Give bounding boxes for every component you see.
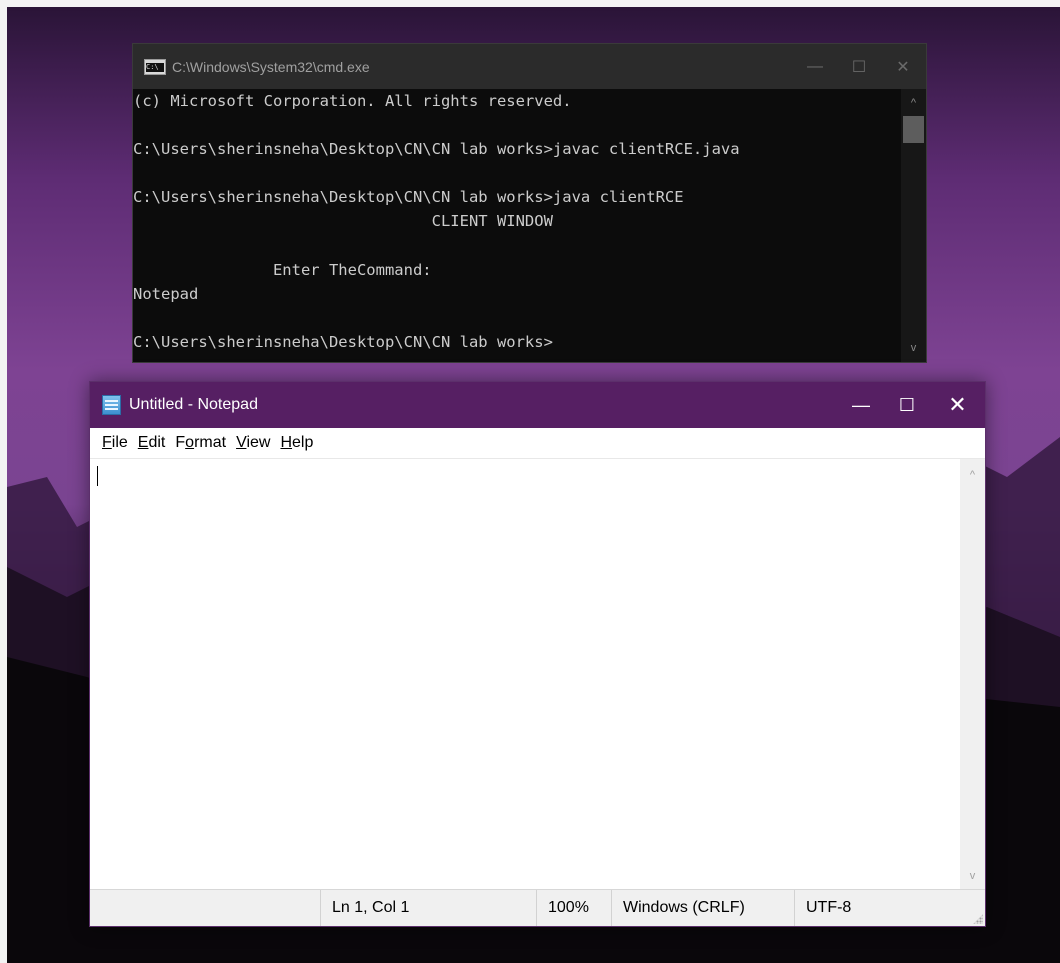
- notepad-close-button[interactable]: ✕: [930, 382, 985, 428]
- notepad-menubar: File Edit Format View Help: [90, 428, 985, 459]
- cmd-console-line: Enter TheCommand:: [133, 260, 432, 279]
- cmd-minimize-button[interactable]: —: [793, 44, 837, 89]
- menu-access-key: o: [185, 434, 195, 451]
- cmd-window-controls: — ☐ ✕: [793, 44, 926, 89]
- notepad-app-icon: [102, 395, 121, 415]
- menu-file[interactable]: File: [97, 428, 133, 458]
- status-line-ending: Windows (CRLF): [611, 890, 794, 926]
- cmd-console-line: [133, 113, 901, 137]
- status-zoom-level: 100%: [536, 890, 611, 926]
- cmd-console-line: C:\Users\sherinsneha\Desktop\CN\CN lab w…: [133, 332, 553, 351]
- notepad-scroll-down-icon[interactable]: v: [960, 866, 985, 886]
- menu-access-key: E: [137, 434, 149, 451]
- menu-label-rest: ile: [111, 434, 128, 451]
- notepad-statusbar: Ln 1, Col 1 100% Windows (CRLF) UTF-8: [90, 889, 985, 926]
- notepad-maximize-button[interactable]: ☐: [884, 382, 930, 428]
- cmd-console-line: C:\Users\sherinsneha\Desktop\CN\CN lab w…: [133, 188, 684, 207]
- cmd-console-line: [133, 234, 901, 258]
- cmd-scroll-up-icon[interactable]: ^: [901, 93, 926, 113]
- menu-access-key: H: [280, 434, 293, 451]
- cmd-window: C:\Windows\System32\cmd.exe — ☐ ✕ (c) Mi…: [132, 43, 927, 363]
- menu-format[interactable]: Format: [170, 428, 231, 458]
- notepad-window-title: Untitled - Notepad: [129, 396, 258, 413]
- cmd-console-line: Notepad: [133, 284, 199, 303]
- menu-edit[interactable]: Edit: [133, 428, 171, 458]
- notepad-window: Untitled - Notepad — ☐ ✕ File Edit Format V…: [89, 381, 986, 927]
- notepad-window-controls: — ☐ ✕: [838, 382, 985, 428]
- menu-view[interactable]: View: [231, 428, 275, 458]
- menu-help[interactable]: Help: [275, 428, 318, 458]
- resize-grip-icon[interactable]: [973, 914, 983, 924]
- cmd-vertical-scrollbar[interactable]: ^ v: [901, 89, 926, 362]
- status-cursor-position: Ln 1, Col 1: [320, 890, 536, 926]
- menu-access-key: F: [102, 434, 112, 451]
- notepad-titlebar[interactable]: Untitled - Notepad — ☐ ✕: [90, 382, 985, 428]
- desktop-wallpaper: C:\Windows\System32\cmd.exe — ☐ ✕ (c) Mi…: [7, 7, 1060, 963]
- cmd-titlebar[interactable]: C:\Windows\System32\cmd.exe — ☐ ✕: [133, 44, 926, 89]
- menu-access-key: V: [236, 434, 247, 451]
- notepad-scroll-up-icon[interactable]: ^: [960, 465, 985, 485]
- text-caret: [97, 466, 98, 486]
- cmd-console-line: C:\Users\sherinsneha\Desktop\CN\CN lab w…: [133, 140, 740, 159]
- cmd-console-line: (c) Microsoft Corporation. All rights re…: [133, 92, 572, 110]
- cmd-scroll-thumb[interactable]: [903, 116, 924, 143]
- menu-label-rest: iew: [246, 434, 271, 451]
- cmd-maximize-button[interactable]: ☐: [837, 44, 881, 89]
- notepad-minimize-button[interactable]: —: [838, 382, 884, 428]
- cmd-console-line: [133, 161, 901, 185]
- status-encoding: UTF-8: [794, 890, 964, 926]
- cmd-console-line: [133, 306, 901, 330]
- cmd-app-icon: [144, 58, 166, 75]
- menu-label-rest: dit: [148, 434, 166, 451]
- cmd-console-output[interactable]: (c) Microsoft Corporation. All rights re…: [133, 89, 901, 362]
- cmd-window-title: C:\Windows\System32\cmd.exe: [172, 58, 370, 75]
- cmd-console-line: CLIENT WINDOW: [133, 212, 553, 231]
- notepad-vertical-scrollbar[interactable]: ^ v: [960, 459, 985, 890]
- menu-label-rest: rmat: [194, 434, 227, 451]
- cmd-scroll-down-icon[interactable]: v: [901, 338, 926, 358]
- notepad-text-area[interactable]: [90, 459, 960, 890]
- cmd-close-button[interactable]: ✕: [881, 44, 925, 89]
- menu-label-rest: elp: [292, 434, 314, 451]
- menu-label-prefix: F: [175, 434, 186, 451]
